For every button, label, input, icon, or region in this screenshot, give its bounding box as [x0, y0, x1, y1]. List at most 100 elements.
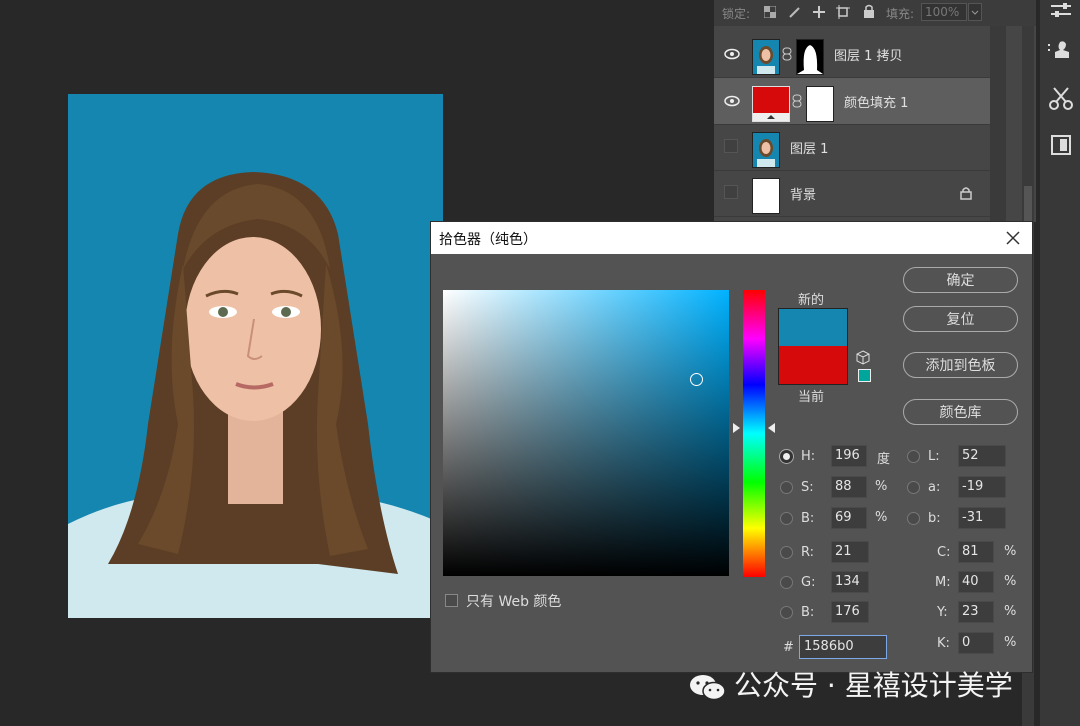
link-icon[interactable] — [792, 93, 802, 108]
scissors-icon[interactable] — [1046, 84, 1076, 114]
color-libraries-button[interactable]: 颜色库 — [903, 399, 1018, 425]
layer-name: 颜色填充 1 — [844, 96, 909, 111]
r-label: R: — [801, 545, 815, 560]
layer-thumbnail — [752, 132, 780, 168]
fill-input[interactable]: 100% — [921, 3, 967, 21]
current-color-swatch[interactable] — [778, 346, 848, 385]
layer-row-layer1[interactable]: 图层 1 — [714, 124, 990, 171]
lab-b-radio[interactable] — [907, 512, 920, 525]
out-of-gamut-cube-icon[interactable] — [856, 350, 870, 366]
lock-label: 锁定: — [722, 7, 751, 21]
layer-name: 背景 — [790, 188, 817, 203]
hex-label: # — [783, 640, 794, 655]
dialog-title: 拾色器（纯色） — [439, 232, 537, 248]
lock-artboard-icon[interactable] — [836, 5, 850, 19]
lock-all-icon[interactable] — [862, 4, 876, 19]
fill-label: 填充: — [886, 7, 915, 21]
g-input[interactable]: 134 — [831, 571, 869, 593]
layer-row-copy[interactable]: 图层 1 拷贝 — [714, 31, 990, 78]
close-icon[interactable] — [1004, 229, 1022, 247]
layer-thumbnail — [752, 39, 780, 75]
k-unit: % — [1004, 635, 1017, 650]
portrait-photo — [68, 94, 443, 618]
watermark: 公众号 · 星禧设计美学 — [688, 664, 1013, 704]
ok-button[interactable]: 确定 — [903, 267, 1018, 293]
l-radio[interactable] — [907, 450, 920, 463]
s-input[interactable]: 88 — [831, 476, 867, 498]
l-input[interactable]: 52 — [958, 445, 1006, 467]
adjustments-icon[interactable] — [1046, 0, 1076, 30]
rgb-b-input[interactable]: 176 — [831, 601, 869, 623]
layer-row-color-fill[interactable]: 颜色填充 1 — [714, 78, 990, 125]
watermark-text: 公众号 · 星禧设计美学 — [734, 669, 1013, 702]
lock-toolbar: 锁定: 填充: 100% — [714, 0, 1036, 26]
rgb-b-radio[interactable] — [780, 606, 793, 619]
layer-name: 图层 1 拷贝 — [834, 49, 903, 64]
s-radio[interactable] — [780, 481, 793, 494]
reset-button[interactable]: 复位 — [903, 306, 1018, 332]
k-input[interactable]: 0 — [958, 632, 994, 654]
hue-slider-right-arrow[interactable] — [767, 418, 775, 433]
eye-icon[interactable] — [724, 93, 740, 109]
c-input[interactable]: 81 — [958, 541, 994, 563]
m-unit: % — [1004, 574, 1017, 589]
lab-b-label: b: — [928, 511, 941, 526]
clone-source-icon[interactable] — [1046, 36, 1076, 66]
fill-dropdown[interactable] — [968, 3, 982, 21]
lock-position-icon[interactable] — [812, 5, 826, 19]
s-unit: % — [875, 479, 888, 494]
web-safe-color-swatch[interactable] — [858, 369, 871, 382]
layers-panel: 锁定: 填充: 100% 图层 1 拷贝 颜色填充 1 图层 1 背景 — [714, 0, 1036, 222]
layer-thumbnail — [752, 178, 780, 214]
g-radio[interactable] — [780, 576, 793, 589]
web-colors-checkbox[interactable] — [445, 594, 458, 607]
add-to-swatches-button[interactable]: 添加到色板 — [903, 352, 1018, 378]
link-icon[interactable] — [782, 46, 792, 61]
k-label: K: — [937, 636, 950, 651]
y-input[interactable]: 23 — [958, 601, 994, 623]
r-radio[interactable] — [780, 546, 793, 559]
lab-b-input[interactable]: -31 — [958, 507, 1006, 529]
layer-row-background[interactable]: 背景 — [714, 170, 990, 217]
a-input[interactable]: -19 — [958, 476, 1006, 498]
hue-slider[interactable] — [743, 290, 765, 577]
g-label: G: — [801, 575, 816, 590]
layers-scrollbar[interactable] — [990, 26, 1006, 222]
lock-image-pixels-icon[interactable] — [788, 5, 802, 19]
b-input[interactable]: 69 — [831, 507, 867, 529]
b-radio[interactable] — [780, 512, 793, 525]
library-icon[interactable] — [1046, 130, 1076, 160]
s-label: S: — [801, 480, 814, 495]
color-field[interactable] — [443, 290, 729, 576]
y-unit: % — [1004, 604, 1017, 619]
dialog-title-bar[interactable]: 拾色器（纯色） — [431, 222, 1032, 254]
a-radio[interactable] — [907, 481, 920, 494]
m-input[interactable]: 40 — [958, 571, 994, 593]
m-label: M: — [935, 575, 951, 590]
l-label: L: — [928, 449, 940, 464]
rgb-b-label: B: — [801, 605, 815, 620]
chevron-down-icon — [971, 10, 979, 15]
h-input[interactable]: 196 — [831, 445, 867, 467]
color-picker-dialog: 拾色器（纯色） 新的 当前 确定 复位 添加到色板 颜色库 H: 196 度 S… — [430, 221, 1033, 673]
c-label: C: — [937, 545, 951, 560]
y-label: Y: — [937, 605, 948, 620]
current-color-label: 当前 — [798, 390, 825, 405]
h-radio[interactable] — [780, 450, 793, 463]
b-label: B: — [801, 511, 815, 526]
lock-icon — [960, 185, 972, 200]
r-input[interactable]: 21 — [831, 541, 869, 563]
hex-input[interactable]: 1586b0 — [799, 635, 887, 659]
document-canvas[interactable] — [68, 94, 443, 618]
visibility-toggle[interactable] — [724, 139, 738, 153]
new-color-label: 新的 — [798, 293, 825, 308]
c-unit: % — [1004, 544, 1017, 559]
lock-transparent-pixels-icon[interactable] — [763, 5, 777, 19]
layer-mask-thumbnail — [806, 86, 834, 122]
visibility-toggle[interactable] — [724, 185, 738, 199]
hue-slider-left-arrow[interactable] — [733, 418, 741, 433]
eye-icon[interactable] — [724, 46, 740, 62]
color-picker-cursor[interactable] — [690, 373, 703, 386]
fill-layer-thumbnail — [752, 86, 790, 122]
b-unit: % — [875, 510, 888, 525]
